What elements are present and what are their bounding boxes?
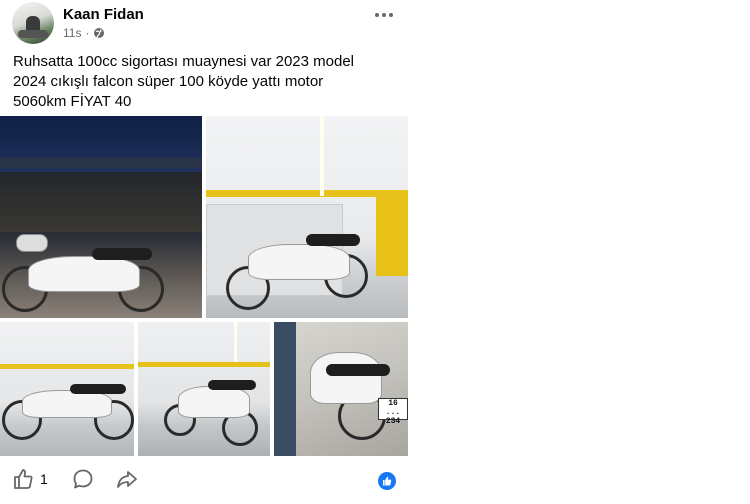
more-horizontal-icon <box>375 13 393 17</box>
post-photo-5[interactable]: 16 ... 234 <box>274 322 408 456</box>
person-leg <box>274 322 296 456</box>
bike-seat <box>326 364 390 376</box>
bike-seat <box>92 248 152 260</box>
like-count: 1 <box>40 471 48 487</box>
action-bar: 1 <box>0 462 408 502</box>
post-card: Kaan Fidan 11s · Ruhsatta 100cc sigortas… <box>0 0 408 504</box>
post-photo-3[interactable] <box>0 322 134 456</box>
wall-stripe <box>0 364 134 369</box>
bike-body <box>178 386 250 418</box>
comment-bubble-icon <box>73 469 93 489</box>
license-plate: 16 ... 234 <box>378 398 408 426</box>
share-button[interactable] <box>116 468 138 490</box>
post-photo-1[interactable] <box>0 116 202 318</box>
yellow-column <box>376 196 408 276</box>
like-button[interactable]: 1 <box>12 468 48 490</box>
shoreline <box>0 158 202 168</box>
bike-seat <box>208 380 256 390</box>
bike-seat <box>306 234 360 246</box>
post-text: Ruhsatta 100cc sigortası muaynesi var 20… <box>13 53 355 110</box>
meta-separator: · <box>85 26 90 40</box>
water <box>0 172 202 232</box>
more-options-button[interactable] <box>374 2 394 23</box>
post-photo-4[interactable] <box>138 322 270 456</box>
bike-body <box>22 390 112 418</box>
post-time[interactable]: 11s <box>63 26 81 40</box>
post-photo-2[interactable] <box>206 116 408 318</box>
avatar[interactable] <box>12 2 54 44</box>
author-name[interactable]: Kaan Fidan <box>63 6 144 23</box>
light-strip <box>234 322 237 362</box>
bike-body <box>28 256 140 292</box>
share-arrow-icon <box>117 471 137 488</box>
light-strip <box>320 116 324 196</box>
comment-button[interactable] <box>72 468 94 490</box>
wall-stripe <box>138 362 270 367</box>
globe-icon <box>93 27 105 39</box>
avatar-bike <box>18 30 48 38</box>
bike-body <box>310 352 382 404</box>
post-meta: 11s · <box>63 26 105 40</box>
bike-body <box>248 244 350 280</box>
thumbs-up-icon <box>14 469 33 489</box>
bike-seat <box>70 384 126 394</box>
like-reaction-icon[interactable] <box>378 472 396 490</box>
reaction-thumb-icon <box>383 476 392 486</box>
headlight <box>16 234 48 252</box>
